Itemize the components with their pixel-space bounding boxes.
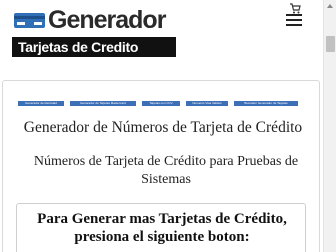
credit-card-icon	[14, 13, 45, 28]
site-logo[interactable]: Generador Tarjetas de Credito	[12, 4, 252, 58]
scroll-thumb[interactable]	[326, 36, 335, 52]
hamburger-menu-icon[interactable]	[286, 14, 302, 26]
page-subtitle: Números de Tarjeta de Crédito para Prueb…	[33, 154, 299, 187]
cta-text: Para Generar mas Tarjetas de Crédito, pr…	[37, 211, 287, 245]
page-title: Generador de Números de Tarjeta de Crédi…	[23, 119, 303, 136]
nav-links: Generador de Identidad Generador de Tarj…	[18, 101, 298, 106]
vertical-scrollbar[interactable]	[323, 0, 336, 252]
link-generador-identidad[interactable]: Generador de Identidad	[18, 101, 64, 106]
logo-title: Generador	[48, 6, 166, 34]
cart-icon[interactable]	[290, 3, 301, 14]
link-tarjetas-mastercard[interactable]: Generador de Tarjetas Mastercard	[70, 101, 136, 106]
link-buscador-tarjetas[interactable]: Buscador Generador de Tarjetas	[234, 101, 298, 106]
link-numeros-visa[interactable]: Numeros Visa Validos	[186, 101, 228, 106]
scroll-up-arrow-icon[interactable]	[327, 4, 333, 8]
link-tarjetas-ccv[interactable]: Tarjetas con CCV	[142, 101, 180, 106]
logo-subtitle: Tarjetas de Credito	[12, 37, 176, 57]
site-header: Generador Tarjetas de Credito	[0, 0, 336, 68]
